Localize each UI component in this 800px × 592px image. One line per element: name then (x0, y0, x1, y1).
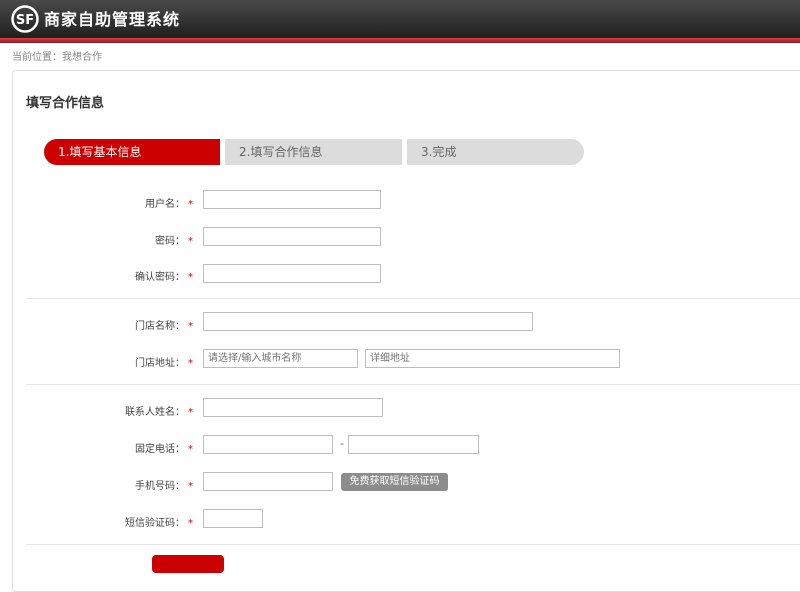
required-mark: * (188, 518, 193, 529)
confirm-password-input[interactable] (203, 264, 381, 283)
panel-title: 填写合作信息 (26, 96, 105, 111)
landline-separator: - (340, 437, 344, 450)
section-divider (26, 384, 800, 385)
mobile-label: 手机号码： * (135, 481, 193, 492)
breadcrumb: 当前位置：我想合作 (12, 52, 102, 63)
section-divider (26, 544, 800, 545)
header-accent-stripe (0, 38, 800, 43)
sf-logo-icon: SF (11, 5, 39, 33)
required-mark: * (188, 199, 193, 210)
required-mark: * (188, 407, 193, 418)
sms-code-label: 短信验证码： * (125, 518, 193, 529)
username-label: 用户名： * (145, 199, 193, 210)
required-mark: * (188, 358, 193, 369)
store-name-label: 门店名称： * (135, 321, 193, 332)
username-input[interactable] (203, 190, 381, 209)
password-input[interactable] (203, 227, 381, 246)
landline-number-input[interactable] (348, 435, 479, 454)
contact-name-label: 联系人姓名： * (125, 407, 193, 418)
contact-name-input[interactable] (203, 398, 383, 417)
sms-code-input[interactable] (203, 509, 263, 528)
required-mark: * (188, 444, 193, 455)
required-mark: * (188, 481, 193, 492)
step-1-basic-info: 1.填写基本信息 (44, 139, 220, 165)
store-name-input[interactable] (203, 312, 533, 331)
landline-label: 固定电话： * (135, 444, 193, 455)
app-title: 商家自助管理系统 (44, 10, 181, 29)
password-label: 密码： * (155, 236, 193, 247)
detail-address-input[interactable] (365, 349, 620, 368)
step-2-cooperation-info: 2.填写合作信息 (225, 139, 402, 165)
next-step-button[interactable] (152, 555, 224, 573)
mobile-input[interactable] (203, 472, 333, 491)
svg-text:SF: SF (16, 13, 34, 28)
city-input[interactable] (203, 349, 358, 368)
confirm-password-label: 确认密码： * (135, 272, 193, 283)
section-divider (26, 298, 800, 299)
get-sms-code-button[interactable]: 免费获取短信验证码 (341, 473, 448, 491)
required-mark: * (188, 272, 193, 283)
step-3-complete: 3.完成 (407, 139, 584, 165)
landline-area-code-input[interactable] (203, 435, 333, 454)
required-mark: * (188, 321, 193, 332)
required-mark: * (188, 236, 193, 247)
store-address-label: 门店地址： * (135, 358, 193, 369)
